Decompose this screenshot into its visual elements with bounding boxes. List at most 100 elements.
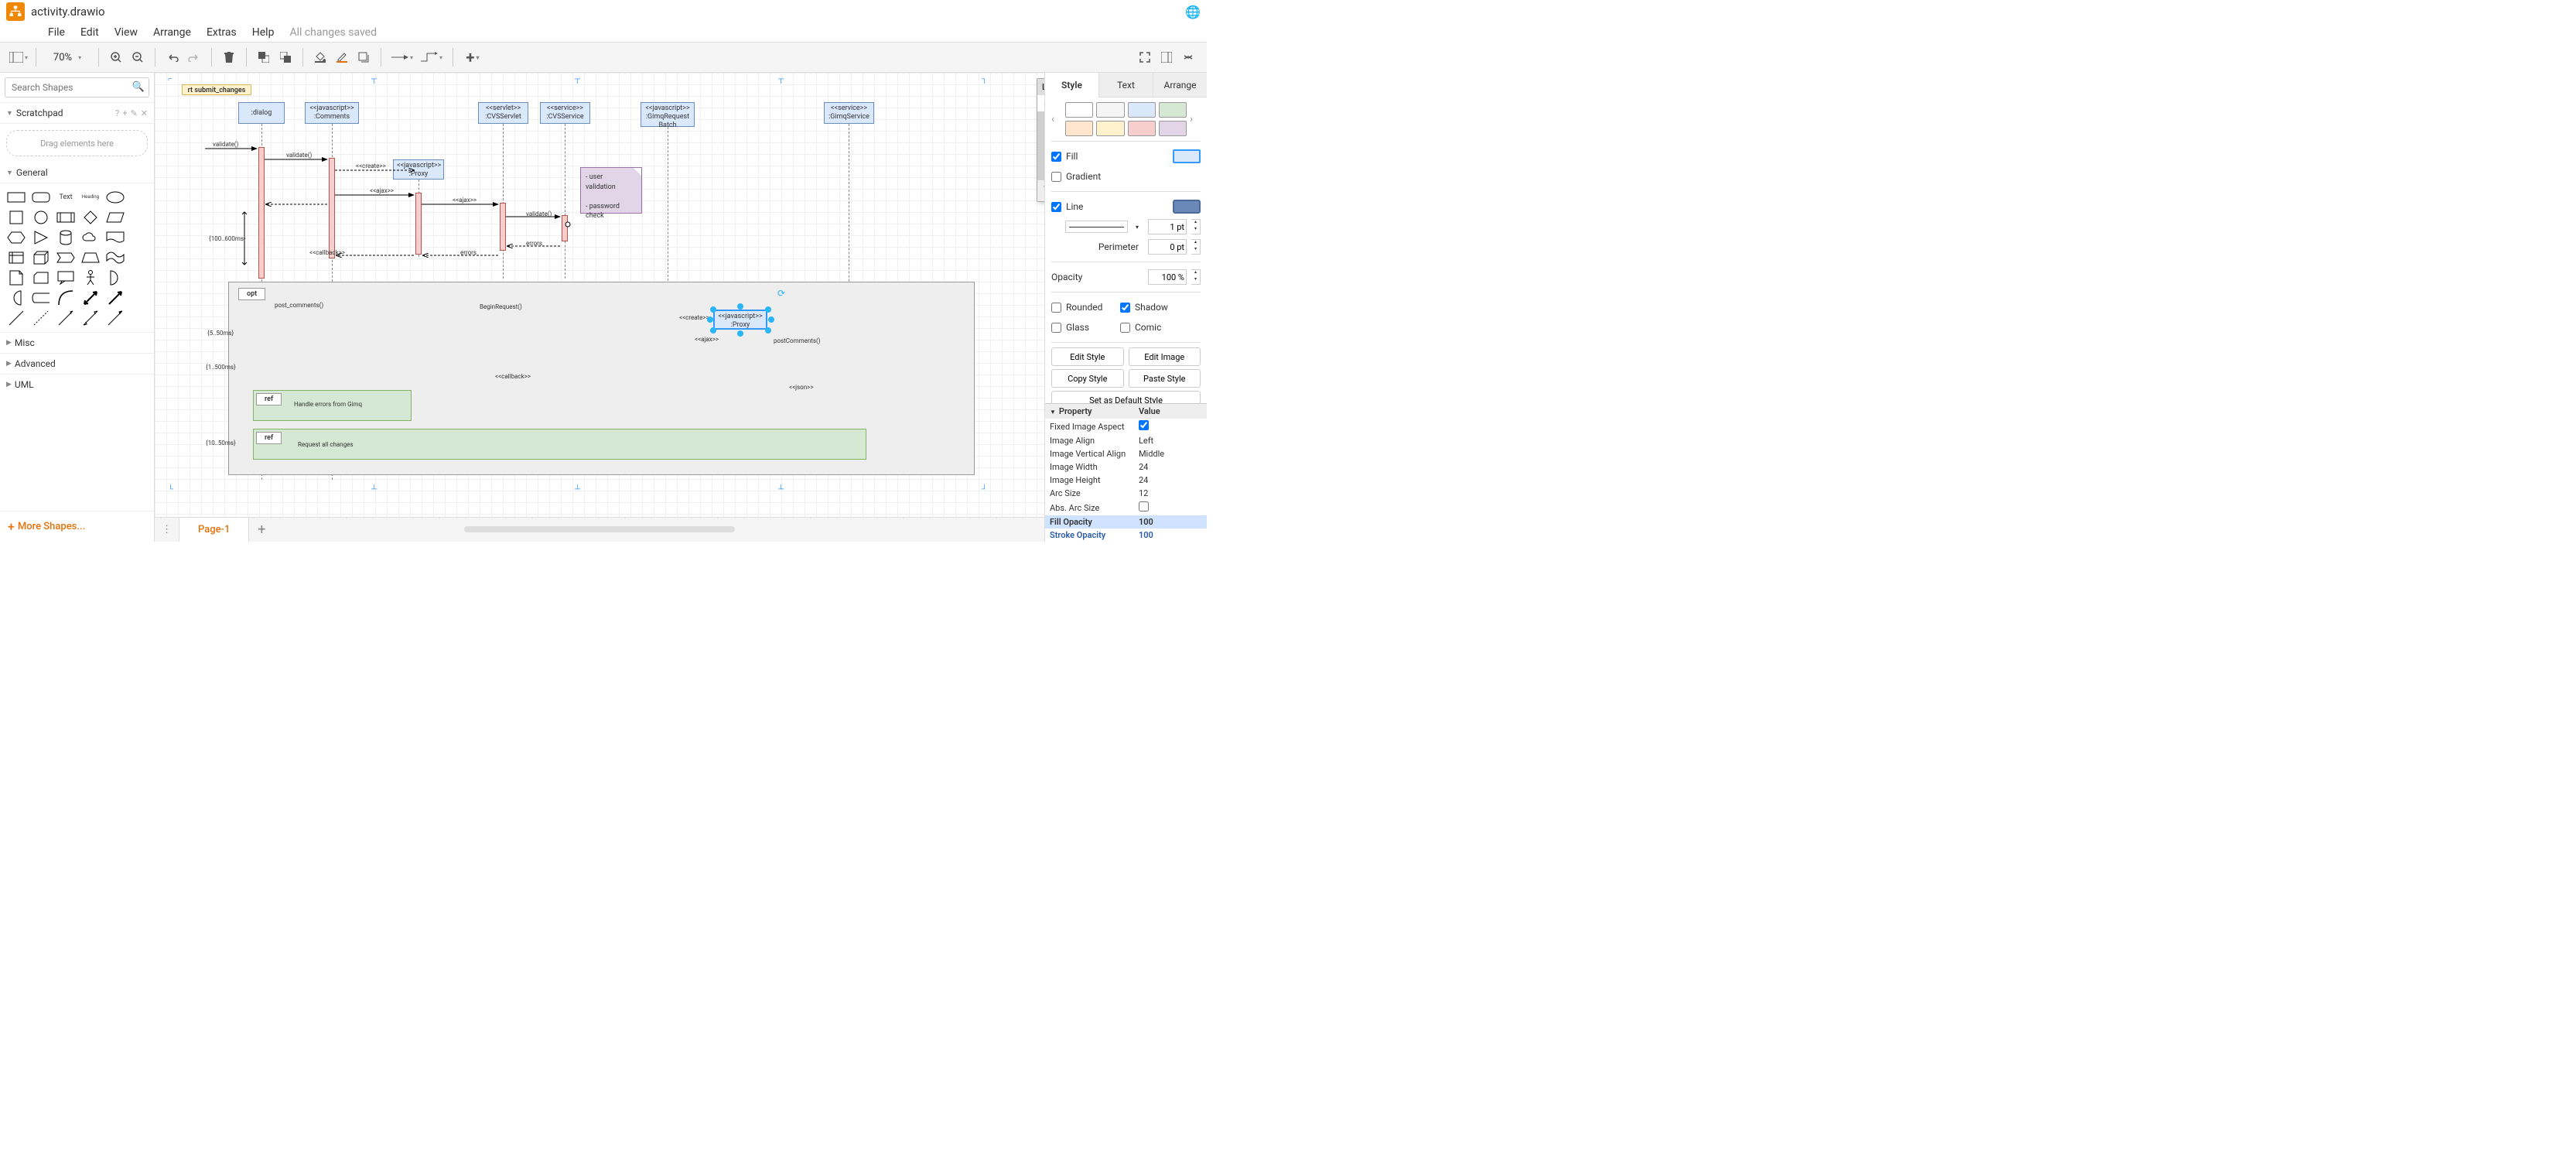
shape-square[interactable] bbox=[6, 210, 26, 225]
add-scratch-icon[interactable]: + bbox=[122, 108, 127, 118]
shape-note[interactable] bbox=[6, 270, 26, 286]
more-shapes-button[interactable]: +More Shapes... bbox=[0, 511, 154, 542]
general-header[interactable]: ▼General bbox=[0, 163, 154, 183]
advanced-section[interactable]: ▶Advanced bbox=[0, 353, 154, 374]
edit-image-button[interactable]: Edit Image bbox=[1129, 347, 1201, 366]
shape-halfcircle-l[interactable] bbox=[6, 290, 26, 306]
view-mode-icon[interactable]: ▾ bbox=[9, 48, 28, 67]
shadow-checkbox[interactable] bbox=[1120, 303, 1130, 313]
property-row[interactable]: Image AlignLeft bbox=[1045, 434, 1207, 447]
shape-halfcircle-r[interactable] bbox=[105, 270, 125, 286]
shape-card[interactable] bbox=[31, 270, 51, 286]
shape-arrow[interactable] bbox=[105, 290, 125, 306]
shape-line[interactable] bbox=[6, 310, 26, 326]
shape-curve[interactable] bbox=[56, 290, 76, 306]
shape-text[interactable]: Text bbox=[56, 190, 76, 205]
add-icon[interactable]: +▾ bbox=[461, 48, 484, 67]
uml-section[interactable]: ▶UML bbox=[0, 374, 154, 395]
layer-row[interactable]: 🔓 Background bbox=[1037, 95, 1044, 111]
property-row[interactable]: Fill Opacity100 bbox=[1045, 515, 1207, 529]
shape-trapezoid[interactable] bbox=[80, 250, 101, 265]
tab-arrange[interactable]: Arrange bbox=[1153, 73, 1207, 98]
fill-color-icon[interactable] bbox=[311, 48, 330, 67]
add-page-icon[interactable]: + bbox=[249, 522, 274, 538]
swatch[interactable] bbox=[1096, 102, 1124, 118]
line-width-input[interactable] bbox=[1148, 219, 1187, 234]
set-default-button[interactable]: Set as Default Style bbox=[1051, 391, 1201, 403]
swatch-prev-icon[interactable]: ‹ bbox=[1051, 113, 1062, 125]
property-row[interactable]: Stroke Opacity100 bbox=[1045, 529, 1207, 542]
to-back-icon[interactable] bbox=[276, 48, 295, 67]
shadow-icon[interactable] bbox=[354, 48, 373, 67]
waypoint-icon[interactable]: ▾ bbox=[419, 48, 445, 67]
format-panel-icon[interactable] bbox=[1157, 48, 1176, 67]
to-front-icon[interactable] bbox=[255, 48, 273, 67]
pages-menu-icon[interactable]: ⋮ bbox=[155, 518, 179, 542]
shape-cube[interactable] bbox=[31, 250, 51, 265]
line-color[interactable] bbox=[1173, 200, 1201, 214]
shape-circle[interactable] bbox=[31, 210, 51, 225]
property-row[interactable]: Abs. Arc Size bbox=[1045, 500, 1207, 515]
shape-actor[interactable] bbox=[80, 270, 101, 286]
line-style[interactable] bbox=[1065, 221, 1128, 233]
line-color-icon[interactable] bbox=[333, 48, 351, 67]
perimeter-input[interactable] bbox=[1148, 239, 1187, 255]
scratchpad-header[interactable]: ▼Scratchpad ?+✎✕ bbox=[0, 103, 154, 124]
participant-gimqbatch[interactable]: <<javascript>> :GimqRequest Batch bbox=[641, 102, 695, 127]
participant-cvsservlet[interactable]: <<servlet>> :CVSServlet bbox=[478, 102, 528, 124]
misc-section[interactable]: ▶Misc bbox=[0, 332, 154, 353]
scratchpad-dropzone[interactable]: Drag elements here bbox=[6, 130, 148, 156]
shape-rounded[interactable] bbox=[31, 190, 51, 205]
shape-biarrow[interactable] bbox=[80, 290, 101, 306]
menu-help[interactable]: Help bbox=[252, 26, 275, 39]
help-icon[interactable]: ? bbox=[115, 108, 119, 118]
h-scrollbar[interactable] bbox=[464, 526, 735, 532]
note[interactable]: - user validation - password check bbox=[580, 167, 642, 214]
shape-line-arrow2[interactable] bbox=[105, 310, 125, 326]
proxy2-selected[interactable]: <<javascript>> :Proxy bbox=[713, 310, 767, 330]
fill-checkbox[interactable] bbox=[1051, 152, 1061, 162]
swatch[interactable] bbox=[1065, 102, 1093, 118]
shape-cylinder[interactable] bbox=[56, 230, 76, 245]
participant-dialog[interactable]: :dialog bbox=[238, 102, 285, 124]
property-row[interactable]: Arc Size12 bbox=[1045, 487, 1207, 500]
comic-checkbox[interactable] bbox=[1120, 323, 1130, 333]
swatch-next-icon[interactable]: › bbox=[1190, 113, 1201, 125]
menu-extras[interactable]: Extras bbox=[207, 26, 237, 39]
shape-callout[interactable] bbox=[56, 270, 76, 286]
shape-step[interactable] bbox=[56, 250, 76, 265]
shape-cloud[interactable] bbox=[80, 230, 101, 245]
shape-datastore[interactable] bbox=[31, 290, 51, 306]
swatch[interactable] bbox=[1065, 121, 1093, 136]
undo-icon[interactable] bbox=[163, 48, 182, 67]
zoom-out-icon[interactable] bbox=[128, 48, 147, 67]
lock-icon[interactable]: 🔓 bbox=[1042, 98, 1044, 108]
shape-internal-storage[interactable] bbox=[6, 250, 26, 265]
rounded-checkbox[interactable] bbox=[1051, 303, 1061, 313]
connection-icon[interactable]: ▾ bbox=[389, 48, 415, 67]
rotate-handle[interactable]: ⟳ bbox=[777, 288, 787, 297]
participant-gimqservice[interactable]: <<service>> :GimqService bbox=[824, 102, 874, 124]
property-row[interactable]: Image Height24 bbox=[1045, 474, 1207, 487]
swatch[interactable] bbox=[1159, 102, 1187, 118]
globe-icon[interactable]: 🌐 bbox=[1185, 5, 1201, 19]
shape-heading[interactable]: Heading bbox=[80, 190, 101, 205]
layers-panel[interactable]: Layers ▭✕ 🔓 Background 🗑 ⇪ ⋮ ⧉ + ◢ bbox=[1037, 78, 1044, 202]
property-row[interactable]: Image Vertical AlignMiddle bbox=[1045, 447, 1207, 460]
property-row[interactable]: Fixed Image Aspect bbox=[1045, 419, 1207, 434]
menu-file[interactable]: File bbox=[48, 26, 65, 39]
swatch[interactable] bbox=[1096, 121, 1124, 136]
shape-triangle[interactable] bbox=[31, 230, 51, 245]
shape-hexagon[interactable] bbox=[6, 230, 26, 245]
gradient-checkbox[interactable] bbox=[1051, 172, 1061, 182]
shape-line-arrow1[interactable] bbox=[56, 310, 76, 326]
glass-checkbox[interactable] bbox=[1051, 323, 1061, 333]
edit-style-button[interactable]: Edit Style bbox=[1051, 347, 1124, 366]
search-icon[interactable]: 🔍 bbox=[132, 81, 145, 93]
shape-rect[interactable] bbox=[6, 190, 26, 205]
property-row[interactable]: Image Width24 bbox=[1045, 460, 1207, 474]
page-tab[interactable]: Page-1 bbox=[179, 518, 249, 542]
copy-style-button[interactable]: Copy Style bbox=[1051, 369, 1124, 388]
shape-document[interactable] bbox=[105, 230, 125, 245]
search-shapes-input[interactable] bbox=[5, 77, 149, 98]
